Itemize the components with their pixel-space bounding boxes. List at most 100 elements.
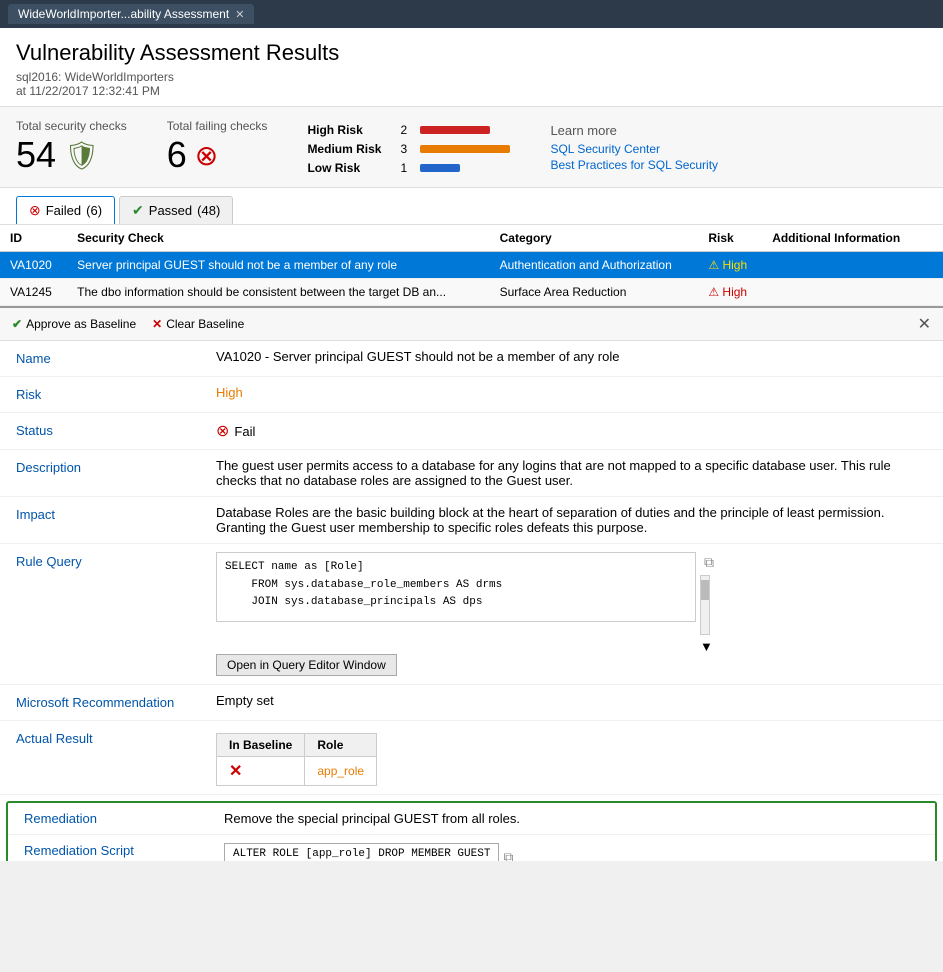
col-security-check: Security Check: [67, 225, 489, 252]
high-risk-label: High Risk: [307, 123, 392, 137]
risk-icon: ⚠: [708, 258, 719, 272]
row-check: The dbo information should be consistent…: [67, 279, 489, 306]
fail-status-text: Fail: [234, 424, 255, 439]
row-id: VA1245: [0, 279, 67, 306]
status-value: ⊗ Fail: [216, 421, 927, 441]
ms-recommendation-label: Microsoft Recommendation: [16, 693, 216, 712]
learn-more-section: Learn more SQL Security Center Best Prac…: [550, 119, 718, 174]
col-risk: Risk: [698, 225, 762, 252]
tabs-bar: ⊗ Failed (6) ✔ Passed (48): [0, 188, 943, 225]
row-additional-info: [762, 252, 923, 279]
detail-impact-row: Impact Database Roles are the basic buil…: [0, 497, 943, 544]
total-checks-label: Total security checks: [16, 119, 127, 133]
rule-query-label: Rule Query: [16, 552, 216, 676]
sql-security-center-link[interactable]: SQL Security Center: [550, 142, 718, 156]
title-bar: WideWorldImporter...ability Assessment ✕: [0, 0, 943, 28]
total-failing-block: Total failing checks 6 ⊗: [167, 119, 268, 173]
impact-label: Impact: [16, 505, 216, 535]
timestamp: at 11/22/2017 12:32:41 PM: [16, 84, 927, 98]
failed-tab-count: (6): [86, 203, 102, 218]
row-spacer: [923, 252, 943, 279]
name-label: Name: [16, 349, 216, 368]
col-in-baseline: In Baseline: [217, 734, 305, 757]
col-category: Category: [490, 225, 699, 252]
open-query-button[interactable]: Open in Query Editor Window: [216, 654, 397, 676]
best-practices-link[interactable]: Best Practices for SQL Security: [550, 158, 718, 172]
row-category: Authentication and Authorization: [490, 252, 699, 279]
row-id: VA1020: [0, 252, 67, 279]
table-row[interactable]: VA1245 The dbo information should be con…: [0, 279, 943, 306]
description-label: Description: [16, 458, 216, 488]
total-failing-label: Total failing checks: [167, 119, 268, 133]
high-risk-bar: [420, 126, 490, 134]
detail-risk-row: Risk High: [0, 377, 943, 413]
col-role: Role: [305, 734, 377, 757]
table-row[interactable]: VA1020 Server principal GUEST should not…: [0, 252, 943, 279]
high-risk-count: 2: [400, 123, 412, 137]
total-checks-value: 54: [16, 137, 56, 173]
row-additional-info: [762, 279, 923, 306]
low-risk-bar: [420, 164, 460, 172]
passed-tab-count: (48): [197, 203, 220, 218]
medium-risk-bar: [420, 145, 510, 153]
baseline-x-icon: ✕: [229, 763, 242, 780]
scroll-down-icon: ▼: [700, 639, 714, 654]
title-tab[interactable]: WideWorldImporter...ability Assessment ✕: [8, 4, 254, 24]
remediation-value: Remove the special principal GUEST from …: [224, 811, 919, 826]
remediation-script-row: Remediation Script ALTER ROLE [app_role]…: [8, 835, 935, 861]
cross-icon: ✕: [152, 317, 162, 331]
name-value: VA1020 - Server principal GUEST should n…: [216, 349, 927, 368]
approve-baseline-button[interactable]: ✔ Approve as Baseline: [12, 317, 136, 331]
fail-status-icon: ⊗: [216, 421, 229, 441]
db-server: sql2016: WideWorldImporters: [16, 70, 927, 84]
detail-status-row: Status ⊗ Fail: [0, 413, 943, 450]
page-title: Vulnerability Assessment Results: [16, 40, 927, 66]
table-header-row: ID Security Check Category Risk Addition…: [0, 225, 943, 252]
medium-risk-count: 3: [400, 142, 412, 156]
shield-icon: 🛡: [64, 139, 100, 172]
status-label: Status: [16, 421, 216, 441]
detail-ms-recommendation-row: Microsoft Recommendation Empty set: [0, 685, 943, 721]
copy-query-icon[interactable]: ⧉: [704, 554, 714, 571]
failed-tab-label: Failed: [46, 203, 81, 218]
role-value: app_role: [317, 764, 364, 778]
remediation-script-label: Remediation Script: [24, 843, 224, 858]
tab-passed[interactable]: ✔ Passed (48): [119, 196, 233, 224]
result-table-row: ✕ app_role: [217, 757, 377, 786]
col-spacer: [923, 225, 943, 252]
detail-name-row: Name VA1020 - Server principal GUEST sho…: [0, 341, 943, 377]
remediation-section: Remediation Remove the special principal…: [6, 801, 937, 861]
detail-close-button[interactable]: ✕: [918, 314, 931, 334]
query-line-1: SELECT name as [Role]: [225, 559, 687, 577]
remediation-row: Remediation Remove the special principal…: [8, 803, 935, 835]
query-line-3: JOIN sys.database_principals AS dps: [225, 594, 687, 612]
high-risk-row: High Risk 2: [307, 123, 510, 137]
learn-more-title: Learn more: [550, 123, 718, 138]
detail-actual-result-row: Actual Result In Baseline Role ✕ app_rol…: [0, 721, 943, 795]
low-risk-row: Low Risk 1: [307, 161, 510, 175]
tab-close-icon[interactable]: ✕: [235, 8, 244, 21]
actual-result-table: In Baseline Role ✕ app_role: [216, 733, 377, 786]
tab-failed[interactable]: ⊗ Failed (6): [16, 196, 115, 224]
medium-risk-label: Medium Risk: [307, 142, 392, 156]
query-line-2: FROM sys.database_role_members AS drms: [225, 577, 687, 595]
copy-script-icon[interactable]: ⧉: [503, 849, 513, 862]
header-section: Vulnerability Assessment Results sql2016…: [0, 28, 943, 107]
total-checks-block: Total security checks 54 🛡: [16, 119, 127, 173]
description-value: The guest user permits access to a datab…: [216, 458, 927, 488]
script-box: ALTER ROLE [app_role] DROP MEMBER GUEST: [224, 843, 499, 861]
remediation-script-value: ALTER ROLE [app_role] DROP MEMBER GUEST …: [224, 843, 919, 861]
remediation-label: Remediation: [24, 811, 224, 826]
medium-risk-row: Medium Risk 3: [307, 142, 510, 156]
col-additional-info: Additional Information: [762, 225, 923, 252]
detail-toolbar: ✔ Approve as Baseline ✕ Clear Baseline ✕: [0, 308, 943, 341]
row-check: Server principal GUEST should not be a m…: [67, 252, 489, 279]
failed-tab-icon: ⊗: [29, 202, 41, 219]
risk-icon: ⚠ High: [708, 285, 747, 299]
query-box[interactable]: SELECT name as [Role] FROM sys.database_…: [216, 552, 696, 622]
passed-tab-label: Passed: [149, 203, 192, 218]
detail-panel: ✔ Approve as Baseline ✕ Clear Baseline ✕…: [0, 306, 943, 861]
stats-bar: Total security checks 54 🛡 Total failing…: [0, 107, 943, 188]
clear-baseline-button[interactable]: ✕ Clear Baseline: [152, 317, 244, 331]
results-table: ID Security Check Category Risk Addition…: [0, 225, 943, 306]
